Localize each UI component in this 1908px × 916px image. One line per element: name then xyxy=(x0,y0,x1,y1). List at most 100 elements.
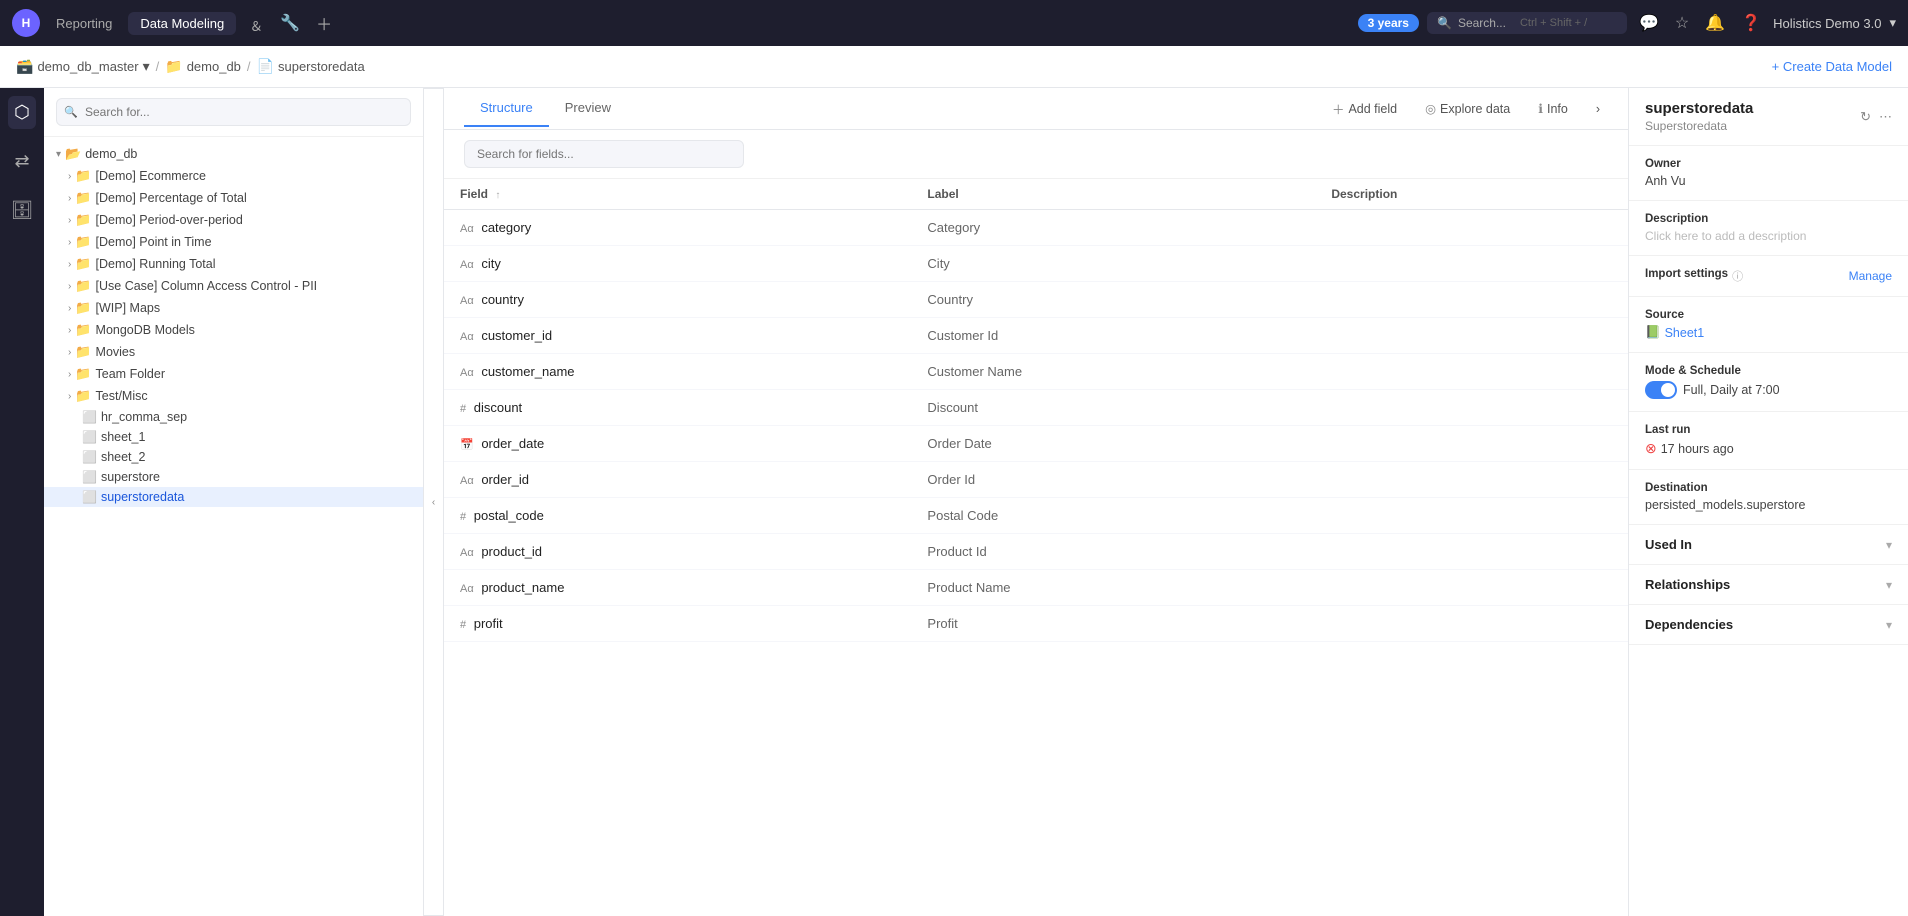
column-description[interactable]: Description xyxy=(1315,179,1628,210)
tree-item-team-folder[interactable]: › 📁 Team Folder xyxy=(44,363,423,385)
field-name: order_id xyxy=(481,472,529,487)
collapse-sidebar-button[interactable]: ‹ xyxy=(424,88,444,916)
column-field[interactable]: Field ↑ xyxy=(444,179,911,210)
nav-share-icon[interactable]: ⇄ xyxy=(8,145,35,178)
tree-item-percentage[interactable]: › 📁 [Demo] Percentage of Total xyxy=(44,187,423,209)
tree-item-mongodb[interactable]: › 📁 MongoDB Models xyxy=(44,319,423,341)
nav-explorer-icon[interactable]: ⬡ xyxy=(8,96,36,129)
description-placeholder[interactable]: Click here to add a description xyxy=(1645,229,1892,243)
more-options-icon[interactable]: ⋯ xyxy=(1879,109,1892,125)
table-row[interactable]: Aα customer_id ⋯ Customer Id xyxy=(444,318,1628,354)
folder-icon: 📁 xyxy=(75,388,91,404)
info-button[interactable]: ℹ Info xyxy=(1530,97,1576,120)
wrench-icon[interactable]: 🔧 xyxy=(276,9,304,37)
relationships-section: Relationships ▾ xyxy=(1629,565,1908,605)
chevron-down-icon: ▾ xyxy=(143,58,150,75)
add-field-button[interactable]: ＋ Add field xyxy=(1324,95,1405,122)
expand-panel-button[interactable]: › xyxy=(1588,98,1608,120)
tree-item-column-access[interactable]: › 📁 [Use Case] Column Access Control - P… xyxy=(44,275,423,297)
tree-item-hr-comma-sep[interactable]: ⬜ hr_comma_sep xyxy=(44,407,423,427)
help-icon[interactable]: ❓ xyxy=(1737,9,1765,37)
star-icon[interactable]: ☆ xyxy=(1671,9,1693,37)
dependencies-header[interactable]: Dependencies ▾ xyxy=(1629,605,1908,644)
field-type-icon: Aα xyxy=(460,223,474,235)
field-description xyxy=(1315,318,1628,354)
tree-item-sheet-2[interactable]: ⬜ sheet_2 xyxy=(44,447,423,467)
mode-label: Mode & Schedule xyxy=(1645,365,1892,377)
plus-icon[interactable]: ＋ xyxy=(312,7,336,39)
right-panel-header: superstoredata Superstoredata ↻ ⋯ xyxy=(1629,88,1908,146)
field-name: discount xyxy=(474,400,522,415)
tree-item-running-total[interactable]: › 📁 [Demo] Running Total xyxy=(44,253,423,275)
tree-label: [Demo] Period-over-period xyxy=(96,213,243,227)
mode-toggle[interactable] xyxy=(1645,381,1677,399)
chat-icon[interactable]: 💬 xyxy=(1635,9,1663,37)
folder-icon: 📁 xyxy=(75,344,91,360)
table-row[interactable]: Aα product_name ⋯ Product Name xyxy=(444,570,1628,606)
tree-item-sheet-1[interactable]: ⬜ sheet_1 xyxy=(44,427,423,447)
breadcrumb: 🗃️ demo_db_master ▾ / 📁 demo_db / 📄 supe… xyxy=(0,46,1908,88)
table-row[interactable]: Aα customer_name ⋯ Customer Name xyxy=(444,354,1628,390)
left-nav: ⬡ ⇄ 🗄 xyxy=(0,88,44,916)
create-data-model-button[interactable]: + Create Data Model xyxy=(1772,59,1892,74)
table-row[interactable]: Aα city ⋯ City xyxy=(444,246,1628,282)
tree-item-demo-db[interactable]: ▾ 📂 demo_db xyxy=(44,143,423,165)
breadcrumb-superstoredata[interactable]: 📄 superstoredata xyxy=(257,58,365,75)
tree-item-test-misc[interactable]: › 📁 Test/Misc xyxy=(44,385,423,407)
tab-preview[interactable]: Preview xyxy=(549,90,627,127)
plus-icon: ＋ xyxy=(1332,99,1345,118)
sort-icon: ↑ xyxy=(495,190,500,201)
last-run-value: 17 hours ago xyxy=(1661,442,1734,456)
field-description xyxy=(1315,426,1628,462)
tree-item-point-in-time[interactable]: › 📁 [Demo] Point in Time xyxy=(44,231,423,253)
table-row[interactable]: Aα country ⋯ Country xyxy=(444,282,1628,318)
field-description xyxy=(1315,498,1628,534)
destination-section: Destination persisted_models.superstore xyxy=(1629,470,1908,525)
field-label: Order Id xyxy=(911,462,1315,498)
navbar-data-modeling[interactable]: Data Modeling xyxy=(128,12,236,35)
tree-item-maps[interactable]: › 📁 [WIP] Maps xyxy=(44,297,423,319)
tab-structure[interactable]: Structure xyxy=(464,90,549,127)
import-settings-label: Import settings xyxy=(1645,268,1728,280)
years-badge[interactable]: 3 years xyxy=(1358,14,1419,32)
column-label[interactable]: Label xyxy=(911,179,1315,210)
breadcrumb-db-master[interactable]: 🗃️ demo_db_master ▾ xyxy=(16,58,150,75)
table-row[interactable]: Aα category ⋯ Category xyxy=(444,210,1628,246)
fields-search-input[interactable] xyxy=(464,140,744,168)
refresh-icon[interactable]: ↻ xyxy=(1860,109,1871,125)
table-row[interactable]: Aα product_id ⋯ Product Id xyxy=(444,534,1628,570)
user-menu[interactable]: Holistics Demo 3.0 ▾ xyxy=(1773,15,1896,31)
nav-database-icon[interactable]: 🗄 xyxy=(5,194,40,227)
table-row[interactable]: 📅 order_date ⋯ Order Date xyxy=(444,426,1628,462)
bell-icon[interactable]: 🔔 xyxy=(1701,9,1729,37)
description-section: Description Click here to add a descript… xyxy=(1629,201,1908,256)
source-link[interactable]: 📗 Sheet1 xyxy=(1645,325,1892,340)
tree-item-superstoredata[interactable]: ⬜ superstoredata xyxy=(44,487,423,507)
table-row[interactable]: Aα order_id ⋯ Order Id xyxy=(444,462,1628,498)
explore-data-button[interactable]: ◎ Explore data xyxy=(1417,97,1518,120)
tree-item-superstore[interactable]: ⬜ superstore xyxy=(44,467,423,487)
tree-search-input[interactable] xyxy=(56,98,411,126)
global-search[interactable]: 🔍 Search... Ctrl + Shift + / xyxy=(1427,12,1627,34)
tree-label: [WIP] Maps xyxy=(96,301,161,315)
relationships-header[interactable]: Relationships ▾ xyxy=(1629,565,1908,604)
db-master-icon: 🗃️ xyxy=(16,58,33,75)
breadcrumb-demo-db[interactable]: 📁 demo_db xyxy=(165,58,241,75)
table-row[interactable]: # discount ⋯ Discount xyxy=(444,390,1628,426)
table-row[interactable]: # postal_code ⋯ Postal Code xyxy=(444,498,1628,534)
field-label: Discount xyxy=(911,390,1315,426)
file-icon: ⬜ xyxy=(82,430,97,444)
dependencies-title: Dependencies xyxy=(1645,617,1733,632)
table-row[interactable]: # profit ⋯ Profit xyxy=(444,606,1628,642)
tree-item-period[interactable]: › 📁 [Demo] Period-over-period xyxy=(44,209,423,231)
tree-item-movies[interactable]: › 📁 Movies xyxy=(44,341,423,363)
navbar-reporting[interactable]: Reporting xyxy=(48,12,120,35)
manage-link[interactable]: Manage xyxy=(1849,269,1892,283)
terminal-icon[interactable]: ﹠ xyxy=(244,7,268,39)
used-in-header[interactable]: Used In ▾ xyxy=(1629,525,1908,564)
tabs-bar: Structure Preview ＋ Add field ◎ Explore … xyxy=(444,88,1628,130)
file-icon: ⬜ xyxy=(82,470,97,484)
model-subtitle: Superstoredata xyxy=(1645,119,1753,133)
tree-item-ecommerce[interactable]: › 📁 [Demo] Ecommerce xyxy=(44,165,423,187)
chevron-right-icon: › xyxy=(68,193,71,204)
